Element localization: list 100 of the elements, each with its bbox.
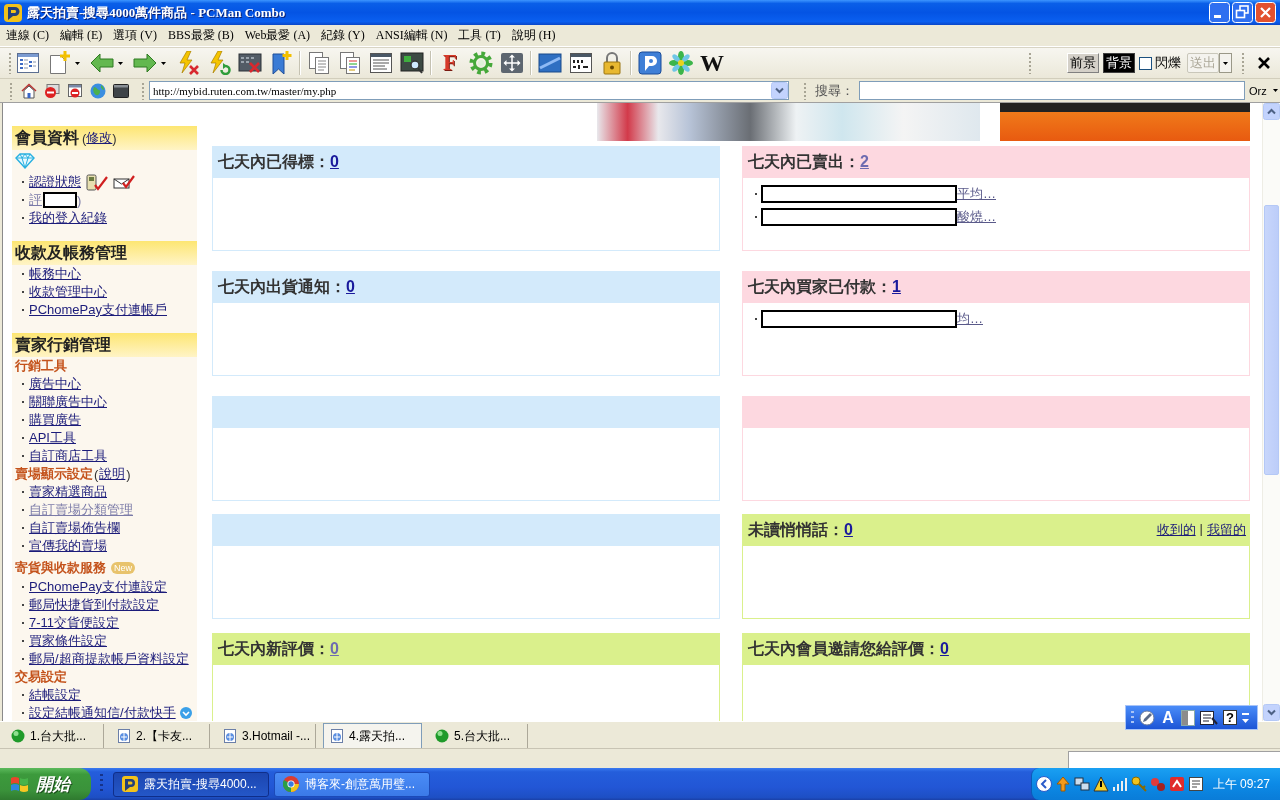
dropdown-caret-icon[interactable] (161, 61, 166, 65)
pencil-circle-icon[interactable] (1139, 709, 1155, 726)
count-link[interactable]: 0 (346, 278, 355, 296)
sidebar-link[interactable]: 設定結帳通知信/付款快手 (29, 704, 176, 721)
key-icon[interactable] (1130, 776, 1147, 792)
list-window-icon[interactable] (16, 51, 40, 75)
menu-item[interactable]: 說明 (H) (506, 25, 561, 46)
sidebar-link[interactable]: 收款管理中心 (29, 283, 107, 301)
sidebar-link[interactable]: 結帳設定 (29, 686, 81, 704)
item-link[interactable]: 平均… (957, 184, 996, 203)
close-icon[interactable] (1258, 57, 1270, 69)
sidebar-link[interactable]: 買家條件設定 (29, 632, 107, 650)
grip-icon[interactable] (1131, 709, 1134, 726)
encoding-dropdown[interactable]: Orz (1249, 84, 1278, 97)
menu-item[interactable]: 連線 (C) (1, 25, 54, 46)
sidebar-link[interactable]: PChomePay支付連帳戶 (29, 301, 167, 319)
window-stop-icon[interactable] (67, 82, 83, 99)
home-icon[interactable] (21, 82, 37, 99)
globe-icon[interactable] (90, 82, 106, 99)
half-square-icon[interactable] (1181, 709, 1195, 726)
sidebar-link[interactable]: 自訂賣場佈告欄 (29, 519, 120, 537)
sidebar-link[interactable]: 賣家精選商品 (29, 483, 107, 501)
aside-link[interactable]: 修改 (86, 129, 113, 147)
window-icon[interactable] (538, 51, 562, 75)
menu-item[interactable]: 工具 (T) (453, 25, 506, 46)
speech-tile-icon[interactable] (638, 51, 662, 75)
stop-sign-icon[interactable] (44, 82, 60, 99)
help-button[interactable]: ? (1223, 710, 1237, 725)
sidebar-link[interactable]: 自訂賣場分類管理 (29, 501, 133, 519)
header-link[interactable]: 收到的 (1156, 521, 1196, 539)
menu-item[interactable]: 紀錄 (Y) (316, 25, 370, 46)
input-mode-button[interactable]: A (1160, 708, 1176, 727)
chevron-circle-icon[interactable] (1035, 776, 1052, 792)
settings-icon[interactable] (469, 51, 493, 75)
letter-f-button[interactable]: F (438, 51, 462, 75)
dropdown-caret-icon[interactable] (118, 61, 123, 65)
text-page-icon[interactable] (1200, 709, 1218, 726)
sidebar-link[interactable]: 購買廣告 (29, 411, 81, 429)
lightning-refresh-icon[interactable] (207, 51, 231, 75)
menu-item[interactable]: Web最愛 (A) (239, 25, 316, 46)
scroll-down-icon[interactable] (1263, 704, 1280, 721)
sidebar-link[interactable]: 關聯廣告中心 (29, 393, 107, 411)
sidebar-link[interactable]: API工具 (29, 429, 76, 447)
sidebar-link[interactable]: 7-11交貨便設定 (29, 614, 120, 632)
start-button[interactable]: 開始 (0, 768, 91, 800)
two-screens-icon[interactable] (1073, 776, 1090, 792)
down-chevron-circle-icon[interactable] (179, 707, 192, 719)
send-dropdown[interactable] (1219, 53, 1232, 73)
terminal-icon[interactable] (113, 82, 129, 99)
letter-w-button[interactable]: W (700, 51, 724, 75)
sidebar-link[interactable]: 我的登入紀錄 (29, 209, 107, 227)
header-link[interactable]: 我留的 (1207, 521, 1246, 539)
color-toggle-button[interactable]: 背景 (1103, 53, 1135, 73)
padlock-icon[interactable] (600, 51, 624, 75)
menu-item[interactable]: ANSI編輯 (N) (370, 25, 453, 46)
sidebar-link[interactable]: 自訂商店工具 (29, 447, 107, 465)
count-link[interactable]: 0 (330, 640, 339, 658)
back-icon[interactable] (90, 51, 114, 75)
taskbar-button[interactable]: 露天拍賣-搜尋4000... (113, 771, 269, 797)
copy-icon[interactable] (307, 51, 331, 75)
new-page-icon[interactable] (47, 51, 71, 75)
item-link[interactable]: 酸燒… (957, 207, 996, 226)
menu-item[interactable]: 編輯 (E) (55, 25, 108, 46)
scrollbar[interactable] (1262, 103, 1280, 721)
sidebar-link[interactable]: 認證狀態 (29, 173, 81, 191)
menu-item[interactable]: 選項 (V) (108, 25, 162, 46)
sidebar-link[interactable]: 評 (29, 191, 42, 209)
warning-icon[interactable] (1092, 776, 1109, 792)
count-link[interactable]: 0 (330, 153, 339, 171)
screen-cross-icon[interactable] (238, 51, 262, 75)
search-field[interactable] (859, 81, 1245, 100)
symbols-window-icon[interactable] (569, 51, 593, 75)
blink-checkbox[interactable] (1139, 56, 1152, 70)
sidebar-link[interactable]: PChomePay支付連設定 (29, 578, 167, 596)
aside-link[interactable]: 說明 (99, 465, 126, 483)
ad-banner-placeholder[interactable] (1000, 103, 1250, 141)
options-icon[interactable] (1242, 710, 1249, 725)
item-link[interactable]: 均… (957, 309, 983, 328)
move-arrows-icon[interactable] (500, 51, 524, 75)
notepad-icon[interactable] (1187, 776, 1204, 792)
flower-icon[interactable] (669, 51, 693, 75)
sidebar-link[interactable]: 郵局/超商提款帳戶資料設定 (29, 650, 189, 668)
scroll-up-icon[interactable] (1263, 103, 1280, 120)
url-field[interactable]: http://mybid.ruten.com.tw/master/my.php (149, 81, 789, 100)
minimize-icon[interactable] (1209, 2, 1230, 23)
sidebar-link[interactable]: 郵局快捷貨到付款設定 (29, 596, 159, 614)
bookmark-add-icon[interactable] (269, 51, 293, 75)
tab[interactable]: 4.露天拍... (323, 723, 422, 748)
window-text-icon[interactable] (369, 51, 393, 75)
restore-icon[interactable] (1232, 2, 1253, 23)
count-link[interactable]: 1 (892, 278, 901, 296)
forward-icon[interactable] (133, 51, 157, 75)
screen-search-icon[interactable] (400, 51, 424, 75)
sidebar-link[interactable]: 宣傳我的賣場 (29, 537, 107, 555)
menu-item[interactable]: BBS最愛 (B) (163, 25, 239, 46)
dropdown-caret-icon[interactable] (75, 61, 80, 65)
sidebar-link[interactable]: 帳務中心 (29, 265, 81, 283)
taskbar-button[interactable]: 博客來-創意萬用璧... (274, 771, 430, 797)
sidebar-link[interactable]: 廣告中心 (29, 375, 81, 393)
lightning-cross-icon[interactable] (176, 51, 200, 75)
